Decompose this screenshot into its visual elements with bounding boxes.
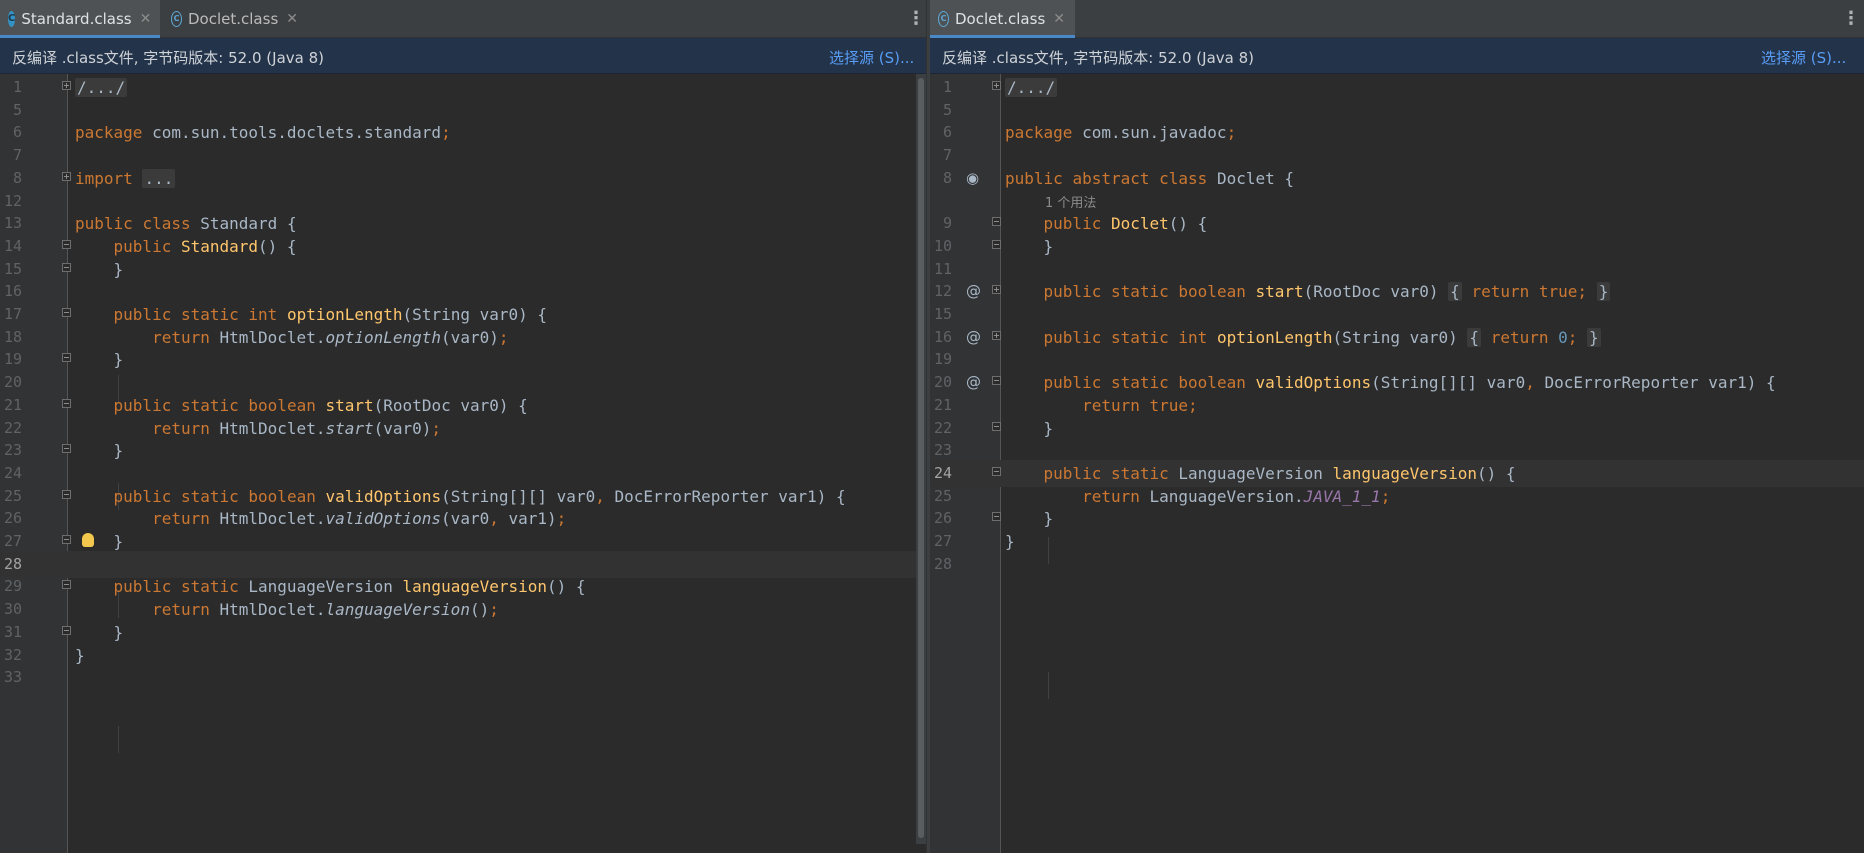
tab-doclet-class[interactable]: C Doclet.class ✕ [163, 0, 308, 37]
fold-toggle-icon[interactable] [62, 353, 71, 363]
close-icon[interactable]: ✕ [140, 11, 152, 27]
tab-label: Standard.class [21, 9, 132, 28]
left-code-editor[interactable]: 1/.../5 6 package com.sun.tools.doclets.st… [0, 74, 926, 853]
banner-text: 反编译 .class文件, 字节码版本: 52.0 (Java 8) [12, 49, 324, 67]
fold-toggle-icon[interactable] [992, 285, 1001, 295]
decompiled-banner: 反编译 .class文件, 字节码版本: 52.0 (Java 8) 选择源 (… [930, 38, 1864, 74]
fold-toggle-icon[interactable] [992, 466, 1001, 476]
fold-toggle-icon[interactable] [62, 262, 71, 272]
fold-toggle-icon[interactable] [62, 444, 71, 454]
fold-toggle-icon[interactable] [62, 239, 71, 249]
fold-toggle-icon[interactable] [992, 421, 1001, 431]
right-editor-pane: C Doclet.class ✕ ⋮ 反编译 .class文件, 字节码版本: … [930, 0, 1864, 853]
scrollbar-thumb[interactable] [918, 78, 924, 838]
fold-toggle-icon[interactable] [62, 171, 71, 181]
fold-toggle-icon[interactable] [992, 512, 1001, 522]
close-icon[interactable]: ✕ [286, 11, 298, 27]
choose-source-link[interactable]: 选择源 (S)... [829, 47, 914, 68]
fold-toggle-icon[interactable] [62, 398, 71, 408]
code-line[interactable]: 33 [0, 664, 926, 691]
fold-toggle-icon[interactable] [992, 376, 1001, 386]
more-options-icon[interactable]: ⋮ [1842, 9, 1860, 29]
fold-toggle-icon[interactable] [62, 625, 71, 635]
fold-toggle-icon[interactable] [62, 535, 71, 544]
lightbulb-icon[interactable] [82, 533, 94, 547]
class-icon: C [8, 10, 16, 27]
tab-label: Doclet.class [188, 9, 279, 28]
banner-text: 反编译 .class文件, 字节码版本: 52.0 (Java 8) [942, 49, 1254, 67]
line-number: 33 [3, 668, 22, 687]
tab-label: Doclet.class [955, 9, 1046, 28]
left-editor-pane: C Standard.class ✕ C Doclet.class ✕ ⋮ 反编… [0, 0, 926, 853]
fold-toggle-icon[interactable] [62, 81, 71, 90]
fold-toggle-icon[interactable] [62, 489, 71, 499]
fold-toggle-icon[interactable] [62, 580, 71, 590]
fold-toggle-icon[interactable] [992, 217, 1001, 227]
code-line[interactable]: 28 [930, 551, 1864, 578]
vertical-scrollbar[interactable] [916, 74, 926, 844]
fold-toggle-icon[interactable] [992, 330, 1001, 340]
fold-toggle-icon[interactable] [992, 239, 1001, 249]
right-tab-bar: C Doclet.class ✕ ⋮ [930, 0, 1864, 38]
close-icon[interactable]: ✕ [1053, 11, 1065, 27]
more-options-icon[interactable]: ⋮ [907, 9, 925, 29]
fold-toggle-icon[interactable] [62, 308, 71, 317]
right-code-editor[interactable]: 1/.../5 6 package com.sun.javadoc; 7 8 public… [930, 74, 1864, 853]
left-tab-bar: C Standard.class ✕ C Doclet.class ✕ ⋮ [0, 0, 926, 38]
abstract-class-icon: C [938, 10, 949, 27]
line-number: 28 [933, 554, 952, 573]
tab-doclet-class-right[interactable]: C Doclet.class ✕ [930, 0, 1075, 38]
abstract-class-icon: C [171, 10, 182, 27]
choose-source-link[interactable]: 选择源 (S)... [1761, 47, 1846, 68]
fold-toggle-icon[interactable] [992, 81, 1001, 90]
tab-standard-class[interactable]: C Standard.class ✕ [0, 0, 160, 38]
decompiled-banner: 反编译 .class文件, 字节码版本: 52.0 (Java 8) 选择源 (… [0, 38, 926, 74]
